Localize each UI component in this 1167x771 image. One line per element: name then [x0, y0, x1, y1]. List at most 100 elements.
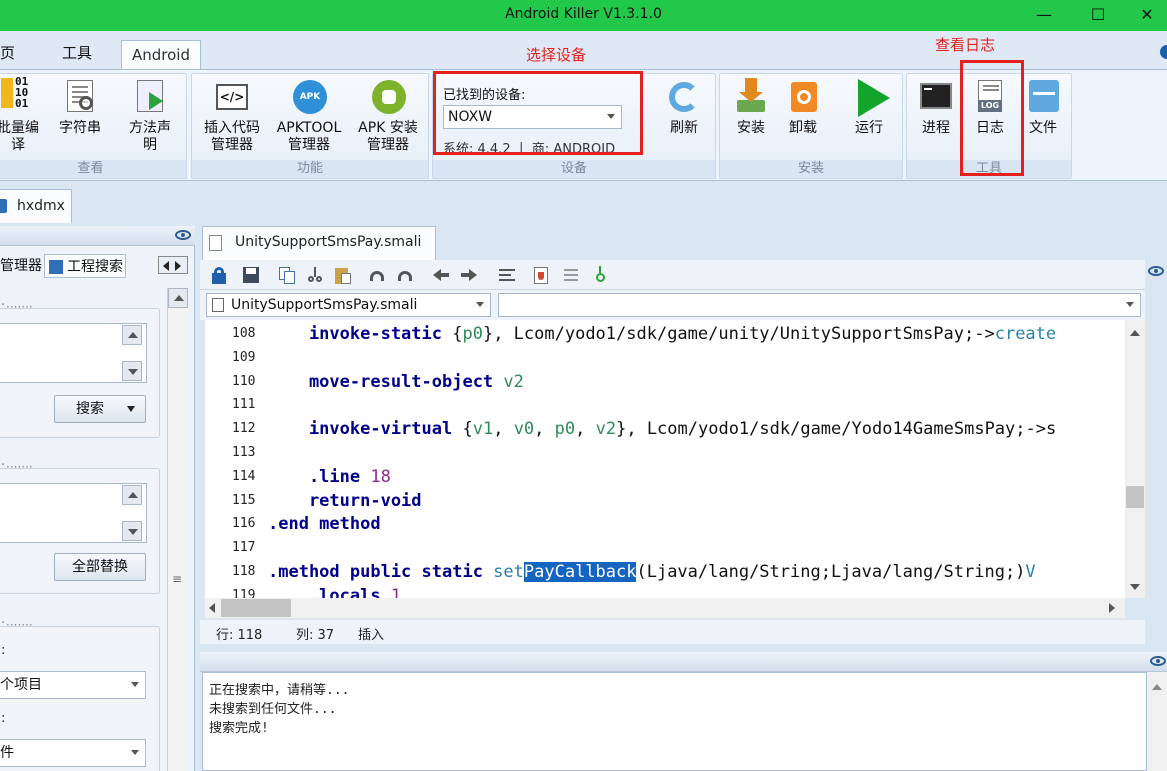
close-button[interactable]: ✕ — [1124, 0, 1167, 31]
method-decl-button[interactable]: 方法声 明 — [125, 78, 175, 154]
scroll-left-icon[interactable] — [209, 603, 215, 613]
project-tab-label: hxdmx — [17, 198, 65, 214]
files-button[interactable]: 文件 — [1022, 78, 1064, 137]
file-icon — [212, 298, 224, 312]
scroll-thumb[interactable] — [1126, 486, 1144, 508]
replace-input[interactable] — [0, 483, 147, 543]
code-token: p0 — [554, 419, 576, 440]
eye-icon[interactable] — [175, 230, 191, 240]
cut-icon[interactable] — [306, 266, 324, 284]
scroll-thumb[interactable] — [221, 599, 291, 617]
options-group: : 个项目 : 件 — [0, 626, 160, 771]
code-token: create — [994, 324, 1057, 344]
refresh-button[interactable]: 刷新 — [663, 78, 705, 137]
output-header — [200, 652, 1167, 672]
code-vertical-scrollbar[interactable] — [1125, 320, 1145, 598]
minimize-button[interactable]: — — [1021, 0, 1067, 31]
scroll-right-icon[interactable] — [1109, 603, 1115, 613]
code-line[interactable]: 116 .end method — [205, 512, 1125, 536]
replace-all-button[interactable]: 全部替换 — [54, 553, 146, 581]
tab-home[interactable]: 页 — [0, 42, 15, 63]
java-icon[interactable] — [532, 266, 550, 284]
chevron-down-icon[interactable] — [127, 406, 135, 412]
panel-nav-arrows[interactable] — [158, 256, 188, 274]
code-horizontal-scrollbar[interactable] — [205, 598, 1125, 618]
undo-icon[interactable] — [368, 266, 386, 284]
project-tab[interactable]: hxdmx — [0, 189, 72, 223]
scroll-up-button[interactable] — [122, 325, 142, 345]
binary-icon-text: 01 10 01 — [15, 75, 29, 110]
code-token: set — [493, 562, 524, 582]
forward-arrow-icon[interactable] — [460, 266, 478, 284]
code-line[interactable]: 110 move-result-object v2 — [205, 370, 1125, 394]
code-token: .method public static — [268, 562, 494, 582]
apk-install-manager-button[interactable]: APK 安装 管理器 — [352, 78, 424, 154]
copy-icon[interactable] — [278, 266, 296, 284]
code-line[interactable]: 119 .locals 1 — [205, 584, 1125, 598]
run-button[interactable]: 运行 — [848, 78, 890, 137]
code-line[interactable]: 109 — [205, 346, 1125, 370]
code-token: v1 — [472, 419, 494, 440]
highlight-device-box — [433, 71, 643, 155]
subtab-project-search[interactable]: 工程搜索 — [44, 254, 126, 278]
maximize-button[interactable]: ☐ — [1075, 0, 1121, 31]
scope-select[interactable]: 个项目 — [0, 671, 146, 699]
search-java-icon[interactable] — [592, 266, 610, 284]
file-icon — [209, 235, 222, 251]
code-token: .end method — [268, 514, 381, 535]
code-line[interactable]: 108 invoke-static {p0}, Lcom/yodo1/sdk/g… — [205, 322, 1125, 346]
tab-tools[interactable]: 工具 — [62, 42, 92, 63]
type-select[interactable]: 件 — [0, 739, 146, 767]
search-button[interactable]: 搜索 — [54, 395, 146, 423]
insert-code-button[interactable]: </> 插入代码 管理器 — [200, 78, 264, 154]
file-select-value: UnitySupportSmsPay.smali — [231, 297, 418, 313]
scroll-up-button[interactable] — [122, 485, 142, 505]
output-line: 搜索完成! — [209, 721, 269, 736]
help-icon[interactable] — [1160, 45, 1167, 59]
search-input[interactable] — [0, 323, 147, 383]
compile-button[interactable]: 01 10 01 批量编 译 — [0, 75, 41, 154]
save-icon[interactable] — [242, 266, 260, 284]
editor-tab[interactable]: UnitySupportSmsPay.smali — [202, 226, 436, 260]
code-line[interactable]: 113 — [205, 441, 1125, 465]
project-icon — [0, 199, 7, 213]
process-button[interactable]: 进程 — [915, 78, 957, 137]
uninstall-button[interactable]: 卸载 — [782, 78, 824, 137]
method-select[interactable] — [498, 293, 1141, 317]
left-panel-scrollbar[interactable]: ≡ — [167, 288, 188, 771]
lock-icon[interactable] — [210, 266, 228, 284]
code-line[interactable]: 118 .method public static setPayCallback(… — [205, 560, 1125, 584]
output-vertical-scrollbar[interactable] — [1147, 672, 1167, 771]
code-line[interactable]: 115 return-void — [205, 489, 1125, 513]
tab-android[interactable]: Android — [121, 40, 201, 70]
code-line[interactable]: 111 — [205, 393, 1125, 417]
redo-icon[interactable] — [396, 266, 414, 284]
eye-icon[interactable] — [1148, 266, 1164, 276]
format-icon[interactable] — [498, 266, 516, 284]
scroll-up-button[interactable] — [168, 288, 188, 308]
code-text: move-result-object v2 — [268, 370, 524, 394]
code-token: , — [493, 419, 514, 440]
code-token: 18 — [370, 466, 391, 487]
paste-icon[interactable] — [334, 266, 352, 284]
back-arrow-icon[interactable] — [432, 266, 450, 284]
apktool-button[interactable]: APK APKTOOL 管理器 — [274, 78, 344, 154]
scroll-down-button[interactable] — [122, 521, 142, 541]
file-select[interactable]: UnitySupportSmsPay.smali — [206, 293, 491, 317]
scroll-down-icon[interactable] — [1130, 584, 1140, 590]
group-install-caption: 安装 — [720, 160, 902, 178]
text-lines-icon[interactable] — [562, 266, 580, 284]
subtab-manager[interactable]: 管理器 — [0, 254, 42, 278]
eye-icon[interactable] — [1150, 656, 1166, 666]
scroll-up-icon[interactable] — [1130, 330, 1140, 336]
code-editor[interactable]: 108 invoke-static {p0}, Lcom/yodo1/sdk/g… — [205, 320, 1125, 598]
code-line[interactable]: 114 .line 18 — [205, 465, 1125, 489]
code-token: 1 — [390, 585, 402, 598]
strings-button[interactable]: 字符串 — [55, 78, 105, 137]
code-line[interactable]: 117 — [205, 536, 1125, 560]
code-token: move-result-object — [268, 371, 504, 392]
scroll-up-icon[interactable] — [1152, 684, 1162, 690]
scroll-down-button[interactable] — [122, 361, 142, 381]
code-line[interactable]: 112 invoke-virtual {v1, v0, p0, v2}, Lco… — [205, 417, 1125, 441]
install-button[interactable]: 安装 — [730, 78, 772, 137]
